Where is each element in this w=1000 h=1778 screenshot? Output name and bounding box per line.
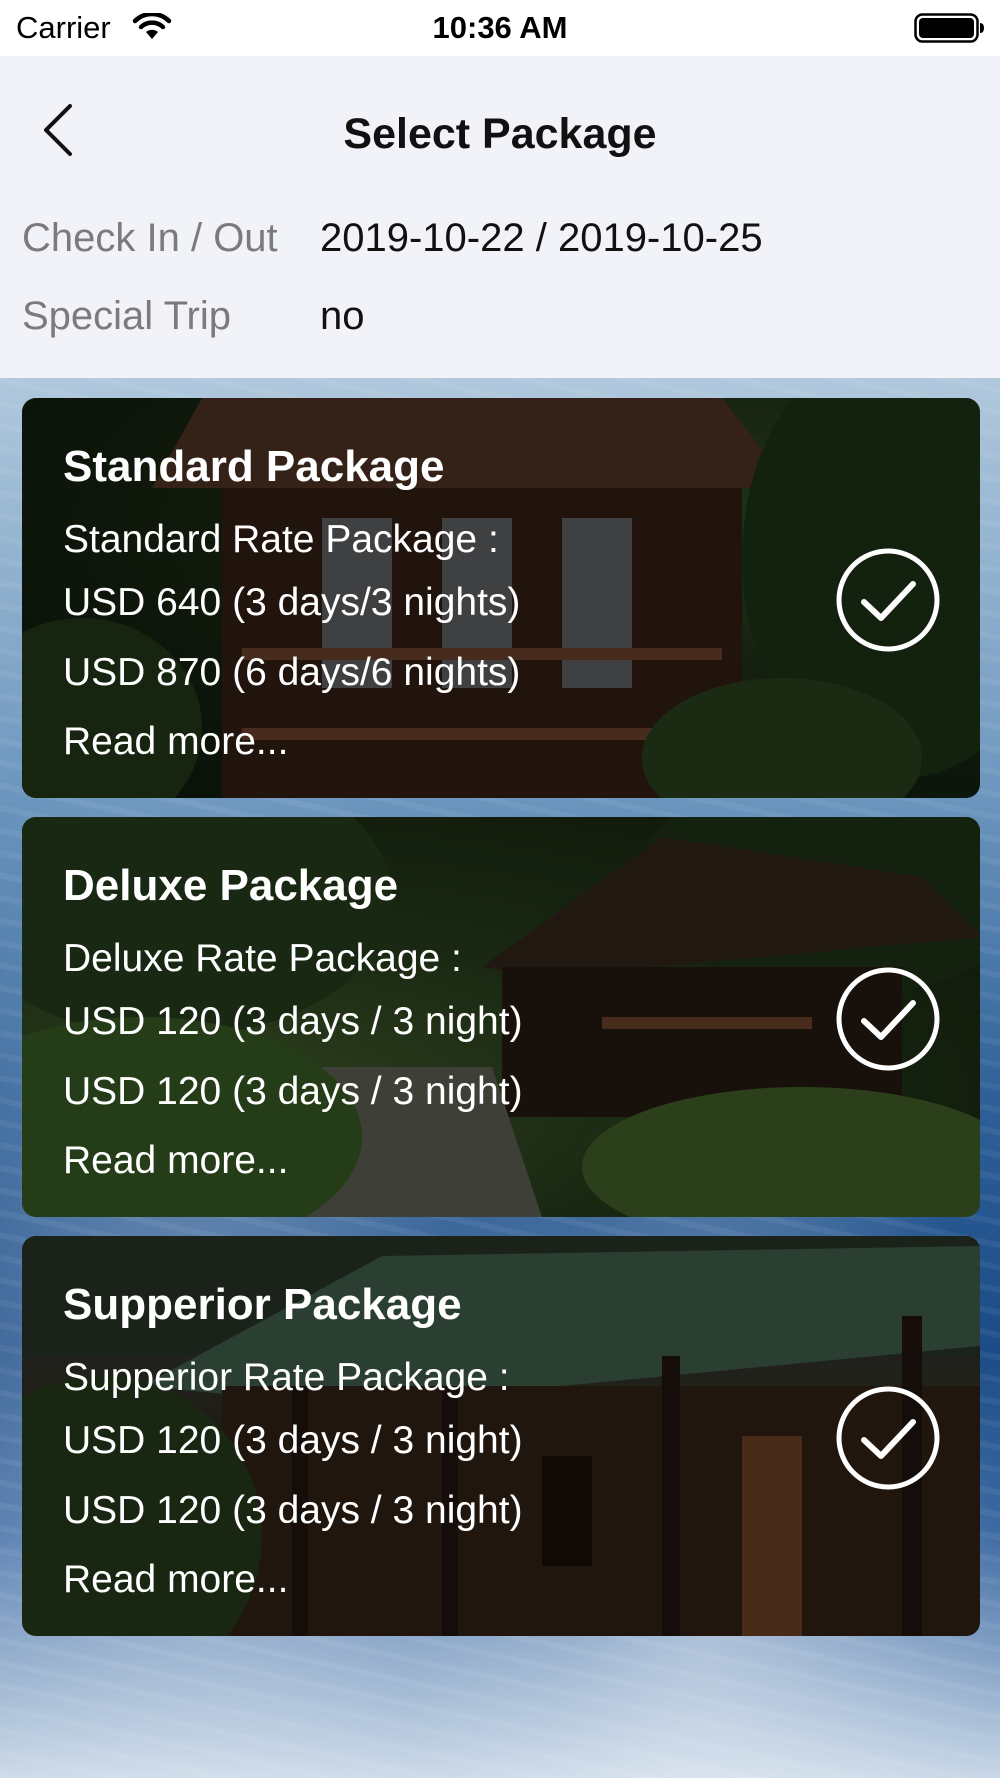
status-time: 10:36 AM <box>432 10 568 45</box>
rate-label: Supperior Rate Package : <box>63 1356 510 1399</box>
package-card-deluxe[interactable]: Deluxe Package Deluxe Rate Package : USD… <box>22 817 980 1217</box>
check-circle-icon[interactable] <box>834 546 942 654</box>
check-in-out-label: Check In / Out <box>22 216 278 260</box>
rate-label: Deluxe Rate Package : <box>63 937 462 980</box>
read-more-link[interactable]: Read more... <box>63 1139 288 1183</box>
check-in-out-value: 2019-10-22 / 2019-10-25 <box>320 216 763 260</box>
package-card-supperior[interactable]: Supperior Package Supperior Rate Package… <box>22 1236 980 1636</box>
rate-line: USD 120 (3 days / 3 night) <box>63 1070 523 1113</box>
read-more-link[interactable]: Read more... <box>63 1558 288 1602</box>
package-card-standard[interactable]: Standard Package Standard Rate Package :… <box>22 398 980 798</box>
package-title: Standard Package <box>63 442 445 491</box>
rate-label: Standard Rate Package : <box>63 518 499 561</box>
rate-line: USD 120 (3 days / 3 night) <box>63 1489 523 1532</box>
battery-icon <box>914 13 986 43</box>
read-more-link[interactable]: Read more... <box>63 720 288 764</box>
page-title: Select Package <box>343 110 657 158</box>
header-panel: Select Package Check In / Out 2019-10-22… <box>0 56 1000 378</box>
package-title: Deluxe Package <box>63 861 399 910</box>
check-circle-icon[interactable] <box>834 1384 942 1492</box>
special-trip-value: no <box>320 294 365 338</box>
status-bar: Carrier 10:36 AM <box>0 0 1000 56</box>
special-trip-label: Special Trip <box>22 294 231 338</box>
rate-line: USD 870 (6 days/6 nights) <box>63 651 521 694</box>
package-title: Supperior Package <box>63 1280 462 1329</box>
rate-line: USD 640 (3 days/3 nights) <box>63 581 521 624</box>
rate-line: USD 120 (3 days / 3 night) <box>63 1419 523 1462</box>
rate-line: USD 120 (3 days / 3 night) <box>63 1000 523 1043</box>
check-circle-icon[interactable] <box>834 965 942 1073</box>
